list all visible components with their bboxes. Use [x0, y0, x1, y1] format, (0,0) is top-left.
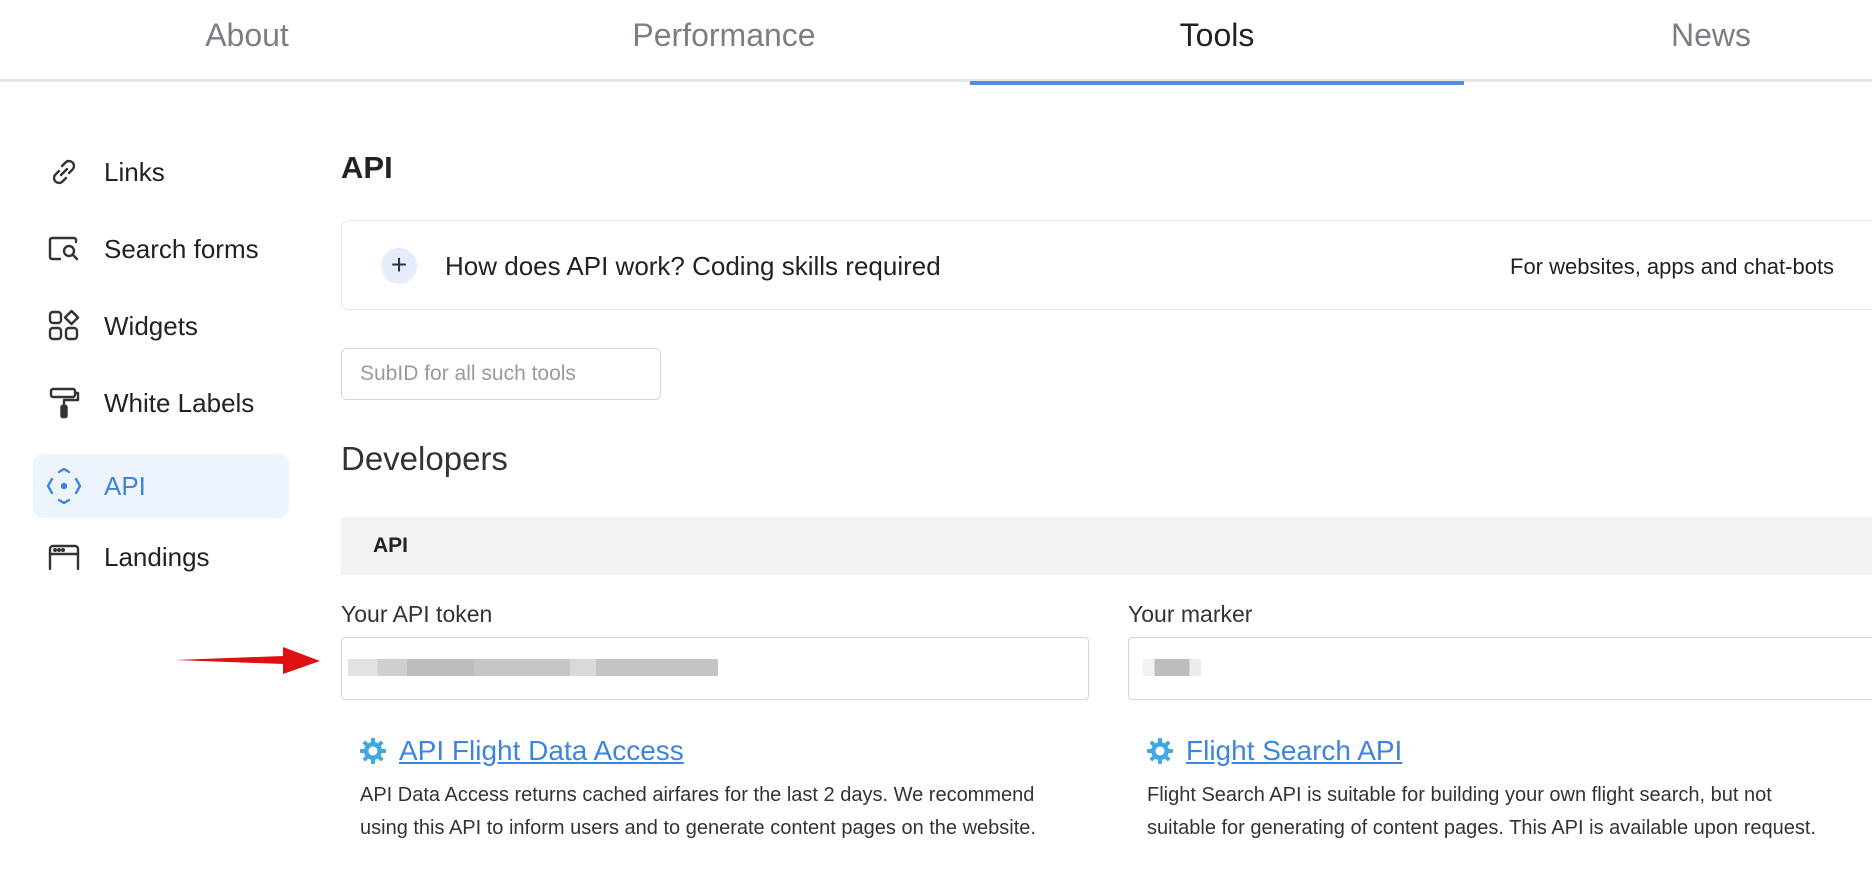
api-flight-data-access-description: API Data Access returns cached airfares … [360, 779, 1036, 845]
api-flight-data-access-link[interactable]: API Flight Data Access [399, 735, 684, 767]
gear-icon [1147, 738, 1173, 764]
gear-icon [360, 738, 386, 764]
sidebar-item-label: Widgets [104, 310, 198, 341]
api-flight-data-access-row: API Flight Data Access [359, 735, 684, 767]
marker-field[interactable] [1128, 637, 1872, 700]
sidebar-item-search-forms[interactable]: Search forms [33, 217, 289, 281]
plus-icon[interactable]: + [381, 248, 417, 284]
faq-accordion[interactable]: + How does API work? Coding skills requi… [341, 220, 1872, 310]
api-icon [45, 467, 83, 505]
section-bar-title: API [373, 534, 409, 557]
flight-search-api-row: Flight Search API [1146, 735, 1402, 767]
flight-search-api-description: Flight Search API is suitable for buildi… [1147, 779, 1816, 845]
sidebar-item-white-labels[interactable]: White Labels [33, 371, 289, 435]
marker-label: Your marker [1128, 601, 1253, 627]
search-form-icon [45, 230, 83, 268]
redacted-token [348, 659, 718, 676]
landing-page-icon [45, 538, 83, 576]
tab-news[interactable]: News [1464, 0, 1872, 82]
annotation-arrow-icon [175, 647, 320, 674]
redacted-marker [1143, 659, 1201, 676]
link-icon [45, 153, 83, 191]
sidebar-item-landings[interactable]: Landings [33, 525, 289, 589]
top-tabs: About Performance Tools News [0, 0, 1872, 85]
flight-search-api-link[interactable]: Flight Search API [1186, 735, 1402, 767]
sidebar-item-api[interactable]: API [33, 454, 289, 518]
api-token-label: Your API token [341, 601, 493, 627]
sidebar-item-links[interactable]: Links [33, 140, 289, 204]
faq-note: For websites, apps and chat-bots [1510, 254, 1835, 279]
sidebar-item-label: Search forms [104, 233, 259, 264]
page-title: API [341, 150, 393, 185]
tab-performance[interactable]: Performance [477, 0, 971, 82]
subid-input[interactable] [341, 348, 661, 400]
sidebar-item-label: Links [104, 156, 165, 187]
sidebar-item-label: Landings [104, 541, 210, 572]
developers-heading: Developers [341, 440, 508, 477]
api-token-field[interactable] [341, 637, 1089, 700]
description-line: API Data Access returns cached airfares … [360, 784, 1035, 806]
tab-tools[interactable]: Tools [970, 0, 1464, 85]
faq-question: How does API work? Coding skills require… [445, 251, 941, 281]
description-line: Flight Search API is suitable for buildi… [1147, 784, 1772, 806]
paint-roller-icon [45, 384, 83, 422]
tab-about[interactable]: About [0, 0, 494, 82]
section-bar: API [341, 517, 1872, 575]
widgets-icon [45, 307, 83, 345]
sidebar-item-label: API [104, 470, 146, 501]
sidebar-item-label: White Labels [104, 387, 255, 418]
description-line: using this API to inform users and to ge… [360, 817, 1036, 839]
sidebar-item-widgets[interactable]: Widgets [33, 294, 289, 358]
description-line: suitable for generating of content pages… [1147, 817, 1816, 839]
